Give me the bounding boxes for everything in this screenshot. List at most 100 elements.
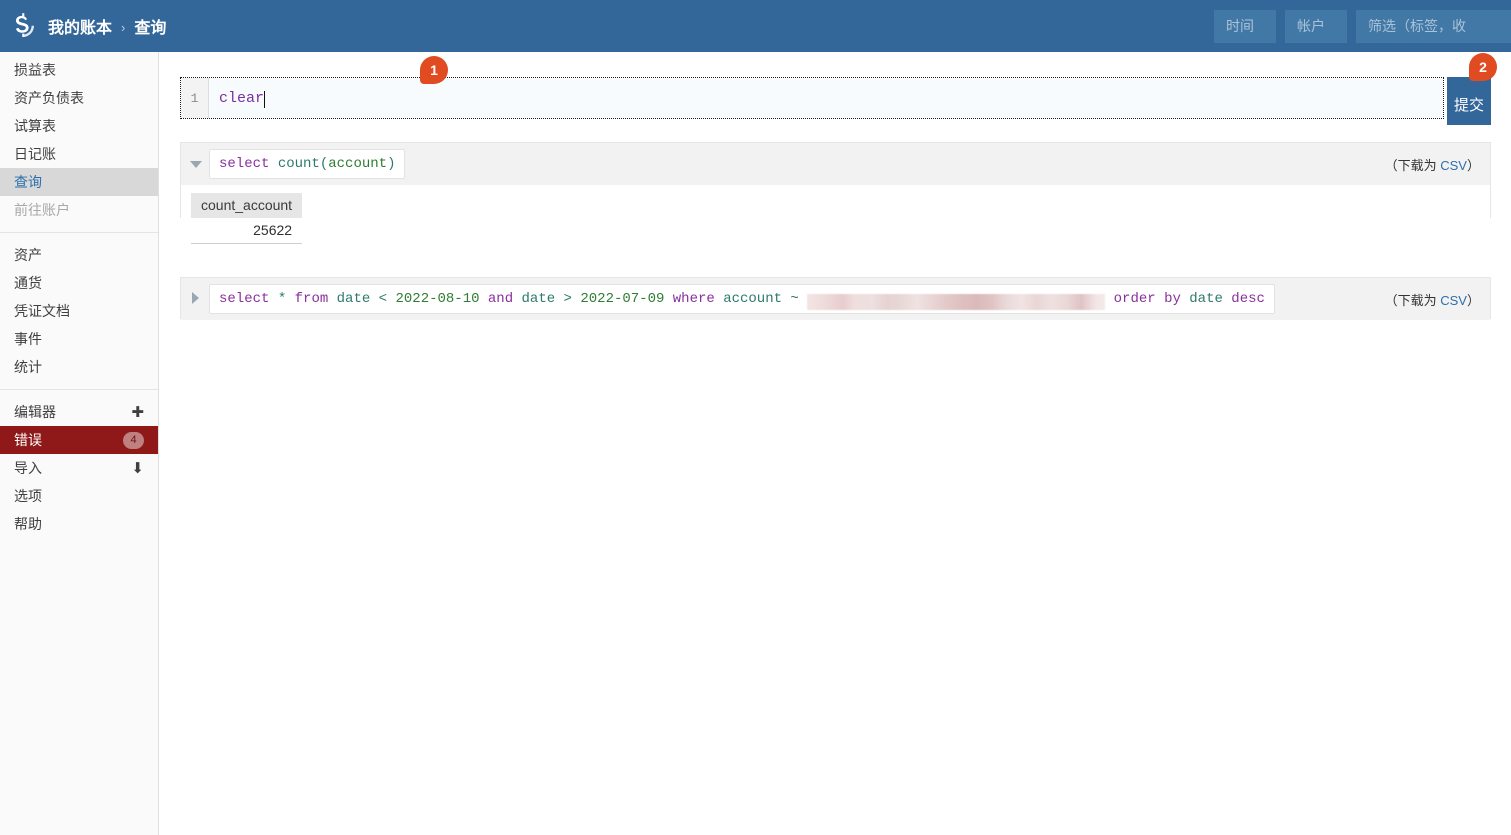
sidebar-item-帮助[interactable]: 帮助 <box>0 510 158 538</box>
sidebar-item-label: 统计 <box>14 357 144 377</box>
sql-token: desc <box>1231 290 1265 308</box>
submit-button[interactable]: 提交 <box>1447 77 1491 125</box>
query-input-text: clear <box>219 90 264 107</box>
main-content: 1 2 1 clear 提交 select count(account) （下载… <box>159 52 1511 835</box>
sql-token: account <box>328 155 387 173</box>
sidebar-item-label: 试算表 <box>14 116 144 136</box>
download-csv-link[interactable]: CSV <box>1440 158 1467 173</box>
sidebar-item-事件[interactable]: 事件 <box>0 325 158 353</box>
sql-token: order <box>1114 290 1156 308</box>
sql-token: from <box>295 290 329 308</box>
query-text[interactable]: select * from date < 2022-08-10 and date… <box>209 284 1275 314</box>
download-prefix: （下载为 <box>1385 158 1441 173</box>
download-prefix: （下载为 <box>1385 293 1441 308</box>
sidebar-item-导入[interactable]: 导入⬇ <box>0 454 158 482</box>
sidebar-item-选项[interactable]: 选项 <box>0 482 158 510</box>
sidebar-item-资产[interactable]: 资产 <box>0 241 158 269</box>
query-input[interactable]: clear <box>209 78 1443 118</box>
sidebar-group-reports: 损益表资产负债表试算表日记账查询前往账户 <box>0 52 158 228</box>
sidebar-item-label: 前往账户 <box>14 200 144 220</box>
breadcrumb-current: 查询 <box>134 14 166 38</box>
download-suffix: ） <box>1467 293 1480 308</box>
editor-line-number: 1 <box>181 78 209 118</box>
header-filter-bar <box>1214 0 1511 52</box>
tag-payee-filter-input[interactable] <box>1356 10 1511 43</box>
sidebar-item-label: 凭证文档 <box>14 301 144 321</box>
sidebar-item-label: 导入 <box>14 458 131 478</box>
error-count-badge: 4 <box>123 432 144 449</box>
table-cell: 25622 <box>191 218 302 244</box>
sql-token: account <box>723 290 782 308</box>
sidebar-item-编辑器[interactable]: 编辑器✚ <box>0 398 158 426</box>
redacted-string-literal <box>807 294 1105 310</box>
sidebar-item-label: 事件 <box>14 329 144 349</box>
sidebar-item-损益表[interactable]: 损益表 <box>0 56 158 84</box>
app-header: 我的账本 › 查询 <box>0 0 1511 52</box>
sql-token: ) <box>387 155 395 173</box>
sidebar-item-label: 错误 <box>14 430 123 450</box>
sidebar-group-tools: 编辑器✚错误4导入⬇选项帮助 <box>0 394 158 542</box>
sql-token: select <box>219 155 269 173</box>
account-filter-input[interactable] <box>1285 10 1347 43</box>
sidebar-item-日记账[interactable]: 日记账 <box>0 140 158 168</box>
triangle-down-icon[interactable] <box>189 157 203 171</box>
sidebar-item-label: 帮助 <box>14 514 144 534</box>
sidebar-item-label: 资产负债表 <box>14 88 144 108</box>
sql-token: date <box>522 290 556 308</box>
annotation-marker-2: 2 <box>1469 53 1497 81</box>
download-suffix: ） <box>1467 158 1480 173</box>
sql-token: date <box>337 290 371 308</box>
sidebar-item-统计[interactable]: 统计 <box>0 353 158 381</box>
table-row: 25622 <box>191 218 302 244</box>
query-result-body: count_account25622 <box>181 185 1490 254</box>
sql-token: by <box>1164 290 1181 308</box>
query-result-header: select count(account) （下载为 CSV） <box>181 143 1490 185</box>
query-editor-row: 1 clear 提交 <box>180 77 1491 121</box>
download-arrow-icon[interactable]: ⬇ <box>131 461 144 476</box>
sidebar-item-错误[interactable]: 错误4 <box>0 426 158 454</box>
sidebar-item-label: 损益表 <box>14 60 144 80</box>
sql-token: count <box>278 155 320 173</box>
time-filter-input[interactable] <box>1214 10 1276 43</box>
sidebar-item-查询[interactable]: 查询 <box>0 168 158 196</box>
annotation-marker-1-label: 1 <box>430 62 438 78</box>
sql-token: 2022-08-10 <box>395 290 479 308</box>
sidebar-item-前往账户[interactable]: 前往账户 <box>0 196 158 224</box>
result-table: count_account25622 <box>191 193 302 244</box>
breadcrumb: 我的账本 › 查询 <box>48 14 166 38</box>
sidebar-item-label: 资产 <box>14 245 144 265</box>
query-result-block: select count(account) （下载为 CSV） count_ac… <box>180 142 1491 218</box>
query-editor[interactable]: 1 clear <box>180 77 1444 119</box>
sidebar-divider <box>0 232 158 233</box>
sql-token: < <box>379 290 387 308</box>
download-csv-link[interactable]: CSV <box>1440 293 1467 308</box>
sidebar-item-资产负债表[interactable]: 资产负债表 <box>0 84 158 112</box>
annotation-marker-1: 1 <box>420 56 448 84</box>
breadcrumb-separator-icon: › <box>121 20 125 35</box>
sidebar-item-label: 编辑器 <box>14 402 131 422</box>
annotation-marker-2-label: 2 <box>1479 59 1487 75</box>
table-header-row: count_account <box>191 193 302 218</box>
plus-icon[interactable]: ✚ <box>131 405 144 420</box>
triangle-right-icon[interactable] <box>189 292 203 306</box>
sidebar-item-通货[interactable]: 通货 <box>0 269 158 297</box>
sidebar-divider <box>0 389 158 390</box>
download-csv: （下载为 CSV） <box>1385 290 1480 309</box>
sql-token: select <box>219 290 269 308</box>
sidebar-item-label: 通货 <box>14 273 144 293</box>
sidebar-item-label: 查询 <box>14 172 144 192</box>
breadcrumb-root[interactable]: 我的账本 <box>48 14 112 38</box>
app-logo-icon <box>5 8 41 44</box>
query-text[interactable]: select count(account) <box>209 149 405 179</box>
sql-token: ( <box>320 155 328 173</box>
sql-token: ~ <box>790 290 798 308</box>
column-header[interactable]: count_account <box>191 193 302 218</box>
query-result-header: select * from date < 2022-08-10 and date… <box>181 278 1490 320</box>
sql-token: and <box>488 290 513 308</box>
sidebar-item-label: 选项 <box>14 486 144 506</box>
sql-token: where <box>673 290 715 308</box>
sidebar-item-试算表[interactable]: 试算表 <box>0 112 158 140</box>
sql-token: > <box>564 290 572 308</box>
sidebar-item-label: 日记账 <box>14 144 144 164</box>
sidebar-item-凭证文档[interactable]: 凭证文档 <box>0 297 158 325</box>
